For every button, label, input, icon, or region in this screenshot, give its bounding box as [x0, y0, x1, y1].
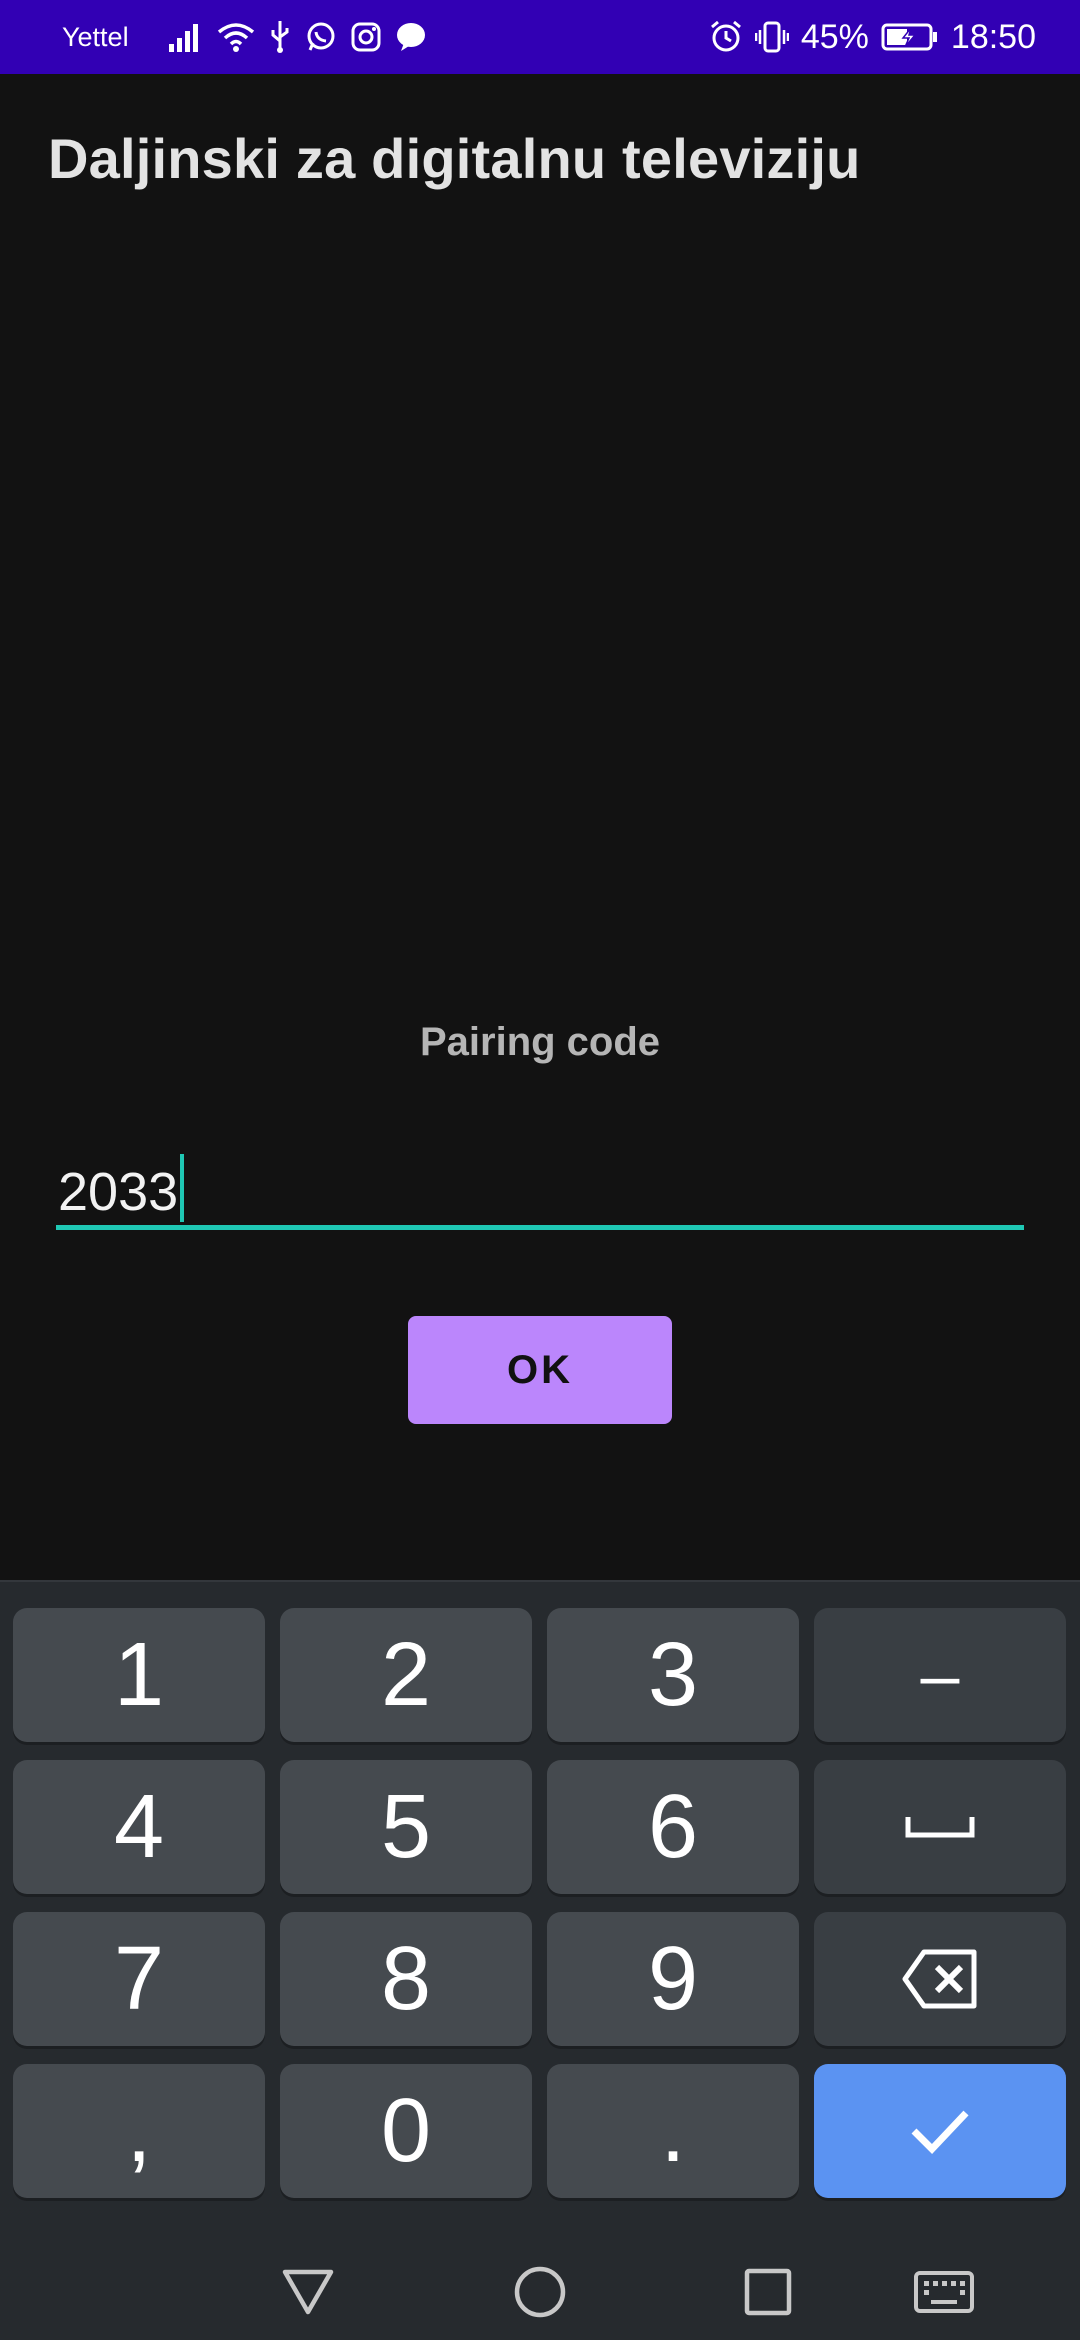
instagram-icon	[351, 22, 381, 52]
home-icon	[513, 2265, 567, 2319]
key-minus[interactable]: –	[814, 1608, 1066, 1742]
ok-button[interactable]: OK	[408, 1316, 672, 1424]
key-1[interactable]: 1	[13, 1608, 265, 1742]
battery-percent: 45%	[800, 17, 869, 56]
signal-icon	[168, 22, 203, 52]
checkmark-icon	[910, 2107, 970, 2155]
usb-icon	[269, 21, 291, 53]
numeric-keyboard: 1 2 3 – 4 5 6 7 8 9 , 0 .	[0, 1580, 1080, 2242]
back-icon	[282, 2269, 334, 2315]
space-icon	[905, 1815, 975, 1839]
nav-recents-button[interactable]	[738, 2262, 798, 2322]
nav-back-button[interactable]	[278, 2262, 338, 2322]
key-done[interactable]	[814, 2064, 1066, 2198]
pairing-code-input[interactable]: 2033	[56, 1140, 1024, 1230]
pairing-code-value-wrap: 2033	[58, 1154, 185, 1223]
key-backspace[interactable]	[814, 1912, 1066, 2046]
text-caret	[180, 1154, 185, 1222]
key-period[interactable]: .	[547, 2064, 799, 2198]
nav-keyboard-button[interactable]	[914, 2262, 974, 2322]
nav-home-button[interactable]	[510, 2262, 570, 2322]
clock-time: 18:50	[950, 17, 1036, 56]
status-left: Yettel	[62, 21, 427, 53]
key-2[interactable]: 2	[280, 1608, 532, 1742]
key-7[interactable]: 7	[13, 1912, 265, 2046]
status-bar: Yettel 45% 18:50	[0, 0, 1080, 74]
recents-icon	[744, 2268, 792, 2316]
whatsapp-icon	[305, 21, 337, 53]
key-space[interactable]	[814, 1760, 1066, 1894]
messenger-icon	[395, 22, 427, 52]
backspace-icon	[902, 1949, 978, 2009]
pairing-code-label: Pairing code	[419, 1020, 661, 1064]
wifi-icon	[217, 22, 255, 52]
key-5[interactable]: 5	[280, 1760, 532, 1894]
key-9[interactable]: 9	[547, 1912, 799, 2046]
keyboard-icon	[913, 2270, 975, 2314]
battery-icon	[881, 22, 939, 52]
key-8[interactable]: 8	[280, 1912, 532, 2046]
key-3[interactable]: 3	[547, 1608, 799, 1742]
navigation-bar	[0, 2240, 1080, 2340]
key-comma[interactable]: ,	[13, 2064, 265, 2198]
alarm-icon	[709, 20, 743, 54]
carrier-name: Yettel	[62, 21, 129, 52]
app-title: Daljinski za digitalnu televiziju	[48, 127, 861, 190]
status-right: 45% 18:50	[709, 18, 1036, 57]
vibrate-icon	[754, 20, 789, 54]
key-0[interactable]: 0	[280, 2064, 532, 2198]
key-4[interactable]: 4	[13, 1760, 265, 1894]
key-6[interactable]: 6	[547, 1760, 799, 1894]
pairing-code-value: 2033	[58, 1162, 179, 1222]
